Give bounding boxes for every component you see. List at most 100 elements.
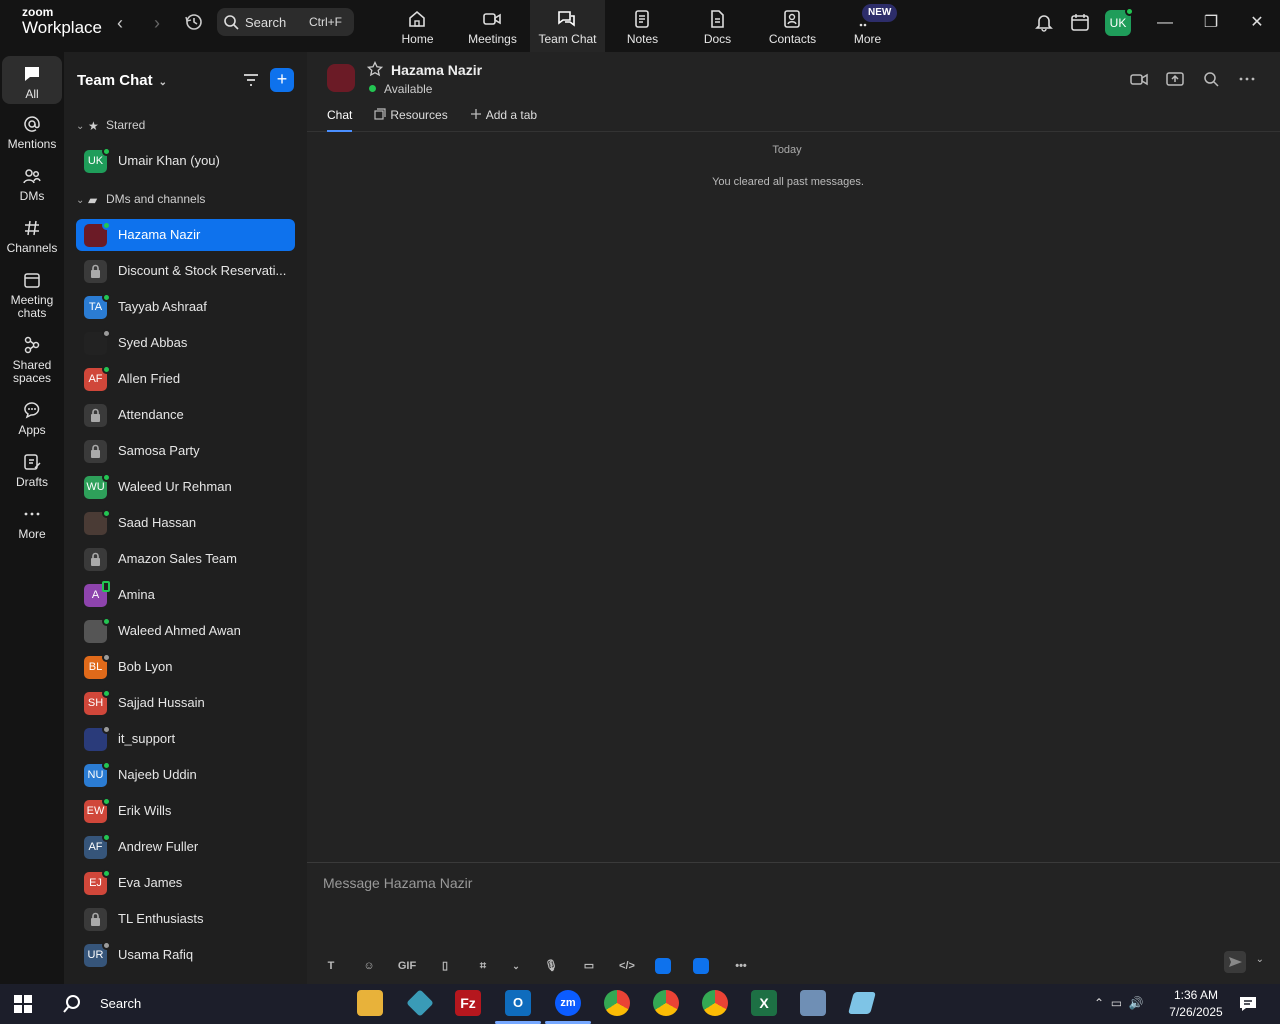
chrome-profile-three-icon[interactable] — [702, 990, 728, 1016]
calculator-icon[interactable] — [800, 990, 826, 1016]
calendar-icon[interactable] — [1070, 12, 1090, 32]
chat-list-item[interactable]: TA Tayyab Ashraaf — [76, 291, 295, 323]
windows-start-icon[interactable] — [14, 995, 32, 1013]
chat-list-item[interactable]: NU Najeeb Uddin — [76, 759, 295, 791]
message-composer[interactable]: Message Hazama Nazir T ☺ GIF ▯ ⌗ ⌄ 🎙 ▭ <… — [307, 862, 1280, 984]
logo-bottom-text: Workplace — [22, 18, 102, 37]
chat-list-item-name: TL Enthusiasts — [118, 911, 204, 926]
chat-list-item[interactable]: Discount & Stock Reservati... — [76, 255, 295, 287]
rail-channels[interactable]: Channels — [2, 218, 62, 255]
chat-list-item[interactable]: Hazama Nazir — [76, 219, 295, 251]
rail-apps[interactable]: Apps — [2, 400, 62, 437]
outlook-icon[interactable]: O — [505, 990, 531, 1016]
notepad-icon[interactable] — [847, 991, 877, 1015]
rail-more[interactable]: More — [2, 504, 62, 541]
chat-list-item[interactable]: Amazon Sales Team — [76, 543, 295, 575]
rail-mentions[interactable]: Mentions — [2, 114, 62, 151]
chat-list-item[interactable]: A Amina — [76, 579, 295, 611]
chat-list-item[interactable]: Saad Hassan — [76, 507, 295, 539]
chat-list-item[interactable]: AF Allen Fried — [76, 363, 295, 395]
chat-list-item[interactable]: Waleed Ahmed Awan — [76, 615, 295, 647]
more-options-icon[interactable] — [1238, 70, 1256, 88]
file-icon[interactable]: ▯ — [435, 956, 455, 976]
rail-meeting-chats[interactable]: Meeting chats — [2, 270, 62, 320]
chat-list-item[interactable]: Attendance — [76, 399, 295, 431]
tab-resources[interactable]: Resources — [374, 108, 448, 132]
chat-list-item[interactable]: it_support — [76, 723, 295, 755]
chat-list-item[interactable]: BL Bob Lyon — [76, 651, 295, 683]
chat-list-item[interactable]: EW Erik Wills — [76, 795, 295, 827]
chevron-down-icon[interactable]: ⌄ — [511, 956, 521, 976]
system-tray[interactable]: ⌃ ▭ 🔊 — [1094, 996, 1144, 1010]
share-screen-icon[interactable] — [1166, 70, 1184, 88]
chat-list-item[interactable]: SH Sajjad Hussain — [76, 687, 295, 719]
zoom-icon[interactable]: zm — [555, 990, 581, 1016]
filezilla-icon[interactable]: Fz — [455, 990, 481, 1016]
video-message-icon[interactable]: ▭ — [579, 956, 599, 976]
forward-arrow-icon[interactable]: › — [145, 12, 169, 36]
bell-icon[interactable] — [1034, 12, 1054, 32]
rail-shared-spaces[interactable]: Shared spaces — [2, 335, 62, 385]
chat-list-item[interactable]: WU Waleed Ur Rehman — [76, 471, 295, 503]
global-search-box[interactable]: Search Ctrl+F — [217, 8, 354, 36]
chrome-icon[interactable] — [604, 990, 630, 1016]
tab-chat[interactable]: Chat — [327, 108, 353, 132]
file-explorer-icon[interactable] — [357, 990, 383, 1016]
nav-home[interactable]: Home — [380, 0, 455, 52]
nav-docs[interactable]: Docs — [680, 0, 755, 52]
send-options-chevron-icon[interactable]: ⌄ — [1256, 954, 1264, 965]
close-button[interactable]: ✕ — [1245, 12, 1269, 34]
chat-list-title[interactable]: Team Chat ⌄ — [77, 72, 167, 89]
nav-meetings[interactable]: Meetings — [455, 0, 530, 52]
system-message: You cleared all past messages. — [712, 176, 864, 188]
screenshot-icon[interactable]: ⌗ — [473, 956, 493, 976]
taskbar-clock[interactable]: 1:36 AM 7/26/2025 — [1160, 987, 1232, 1021]
taskbar-search-icon[interactable] — [62, 994, 82, 1014]
nav-contacts[interactable]: Contacts — [755, 0, 830, 52]
user-avatar[interactable]: UK — [1105, 7, 1134, 36]
filter-icon[interactable] — [242, 71, 260, 89]
emoji-icon[interactable]: ☺ — [359, 956, 379, 976]
tab-add[interactable]: Add a tab — [470, 108, 537, 132]
chrome-profile-two-icon[interactable] — [653, 990, 679, 1016]
excel-icon[interactable]: X — [751, 990, 777, 1016]
nav-notes[interactable]: Notes — [605, 0, 680, 52]
avatar-initials: AF — [88, 841, 103, 853]
chat-list-item[interactable]: TL Enthusiasts — [76, 903, 295, 935]
more-tools-icon[interactable]: ••• — [731, 956, 751, 976]
send-button[interactable] — [1224, 951, 1246, 973]
chat-list-item[interactable]: UR Usama Rafiq — [76, 939, 295, 971]
app-diamond-icon[interactable] — [406, 989, 434, 1017]
rail-channels-label: Channels — [6, 241, 58, 255]
chat-list-item[interactable]: EJ Eva James — [76, 867, 295, 899]
code-snippet-icon[interactable]: </> — [617, 956, 637, 976]
back-arrow-icon[interactable]: ‹ — [108, 12, 132, 36]
starred-section-header[interactable]: ⌄ ★ Starred — [76, 118, 145, 138]
search-icon[interactable] — [1202, 70, 1220, 88]
history-icon[interactable] — [182, 12, 206, 36]
notifications-icon[interactable] — [1238, 994, 1258, 1014]
app-two-icon[interactable] — [693, 958, 709, 974]
rail-dms[interactable]: DMs — [2, 166, 62, 203]
nav-team-chat[interactable]: Team Chat — [530, 0, 605, 52]
chat-header: Hazama Nazir Available Chat Resources Ad… — [307, 52, 1280, 132]
new-chat-button[interactable]: + — [270, 68, 294, 92]
rail-drafts[interactable]: Drafts — [2, 452, 62, 489]
chat-list-item[interactable]: Syed Abbas — [76, 327, 295, 359]
taskbar-search-label[interactable]: Search — [100, 996, 141, 1011]
star-outline-icon[interactable] — [367, 61, 383, 77]
restore-button[interactable]: ❐ — [1199, 12, 1223, 34]
gif-button[interactable]: GIF — [397, 956, 417, 976]
contact-avatar[interactable] — [327, 64, 355, 92]
dms-section-header[interactable]: ⌄ ▰ DMs and channels — [76, 192, 205, 212]
chat-list-item[interactable]: UK Umair Khan (you) — [76, 145, 295, 177]
video-call-icon[interactable] — [1130, 70, 1148, 88]
chat-list-item[interactable]: AF Andrew Fuller — [76, 831, 295, 863]
chat-list-item[interactable]: Samosa Party — [76, 435, 295, 467]
app-one-icon[interactable] — [655, 958, 671, 974]
format-text-icon[interactable]: T — [321, 956, 341, 976]
rail-all[interactable]: All — [2, 56, 62, 104]
microphone-icon[interactable]: 🎙 — [541, 956, 561, 976]
contact-name[interactable]: Hazama Nazir — [391, 62, 482, 78]
minimize-button[interactable]: — — [1153, 12, 1177, 34]
